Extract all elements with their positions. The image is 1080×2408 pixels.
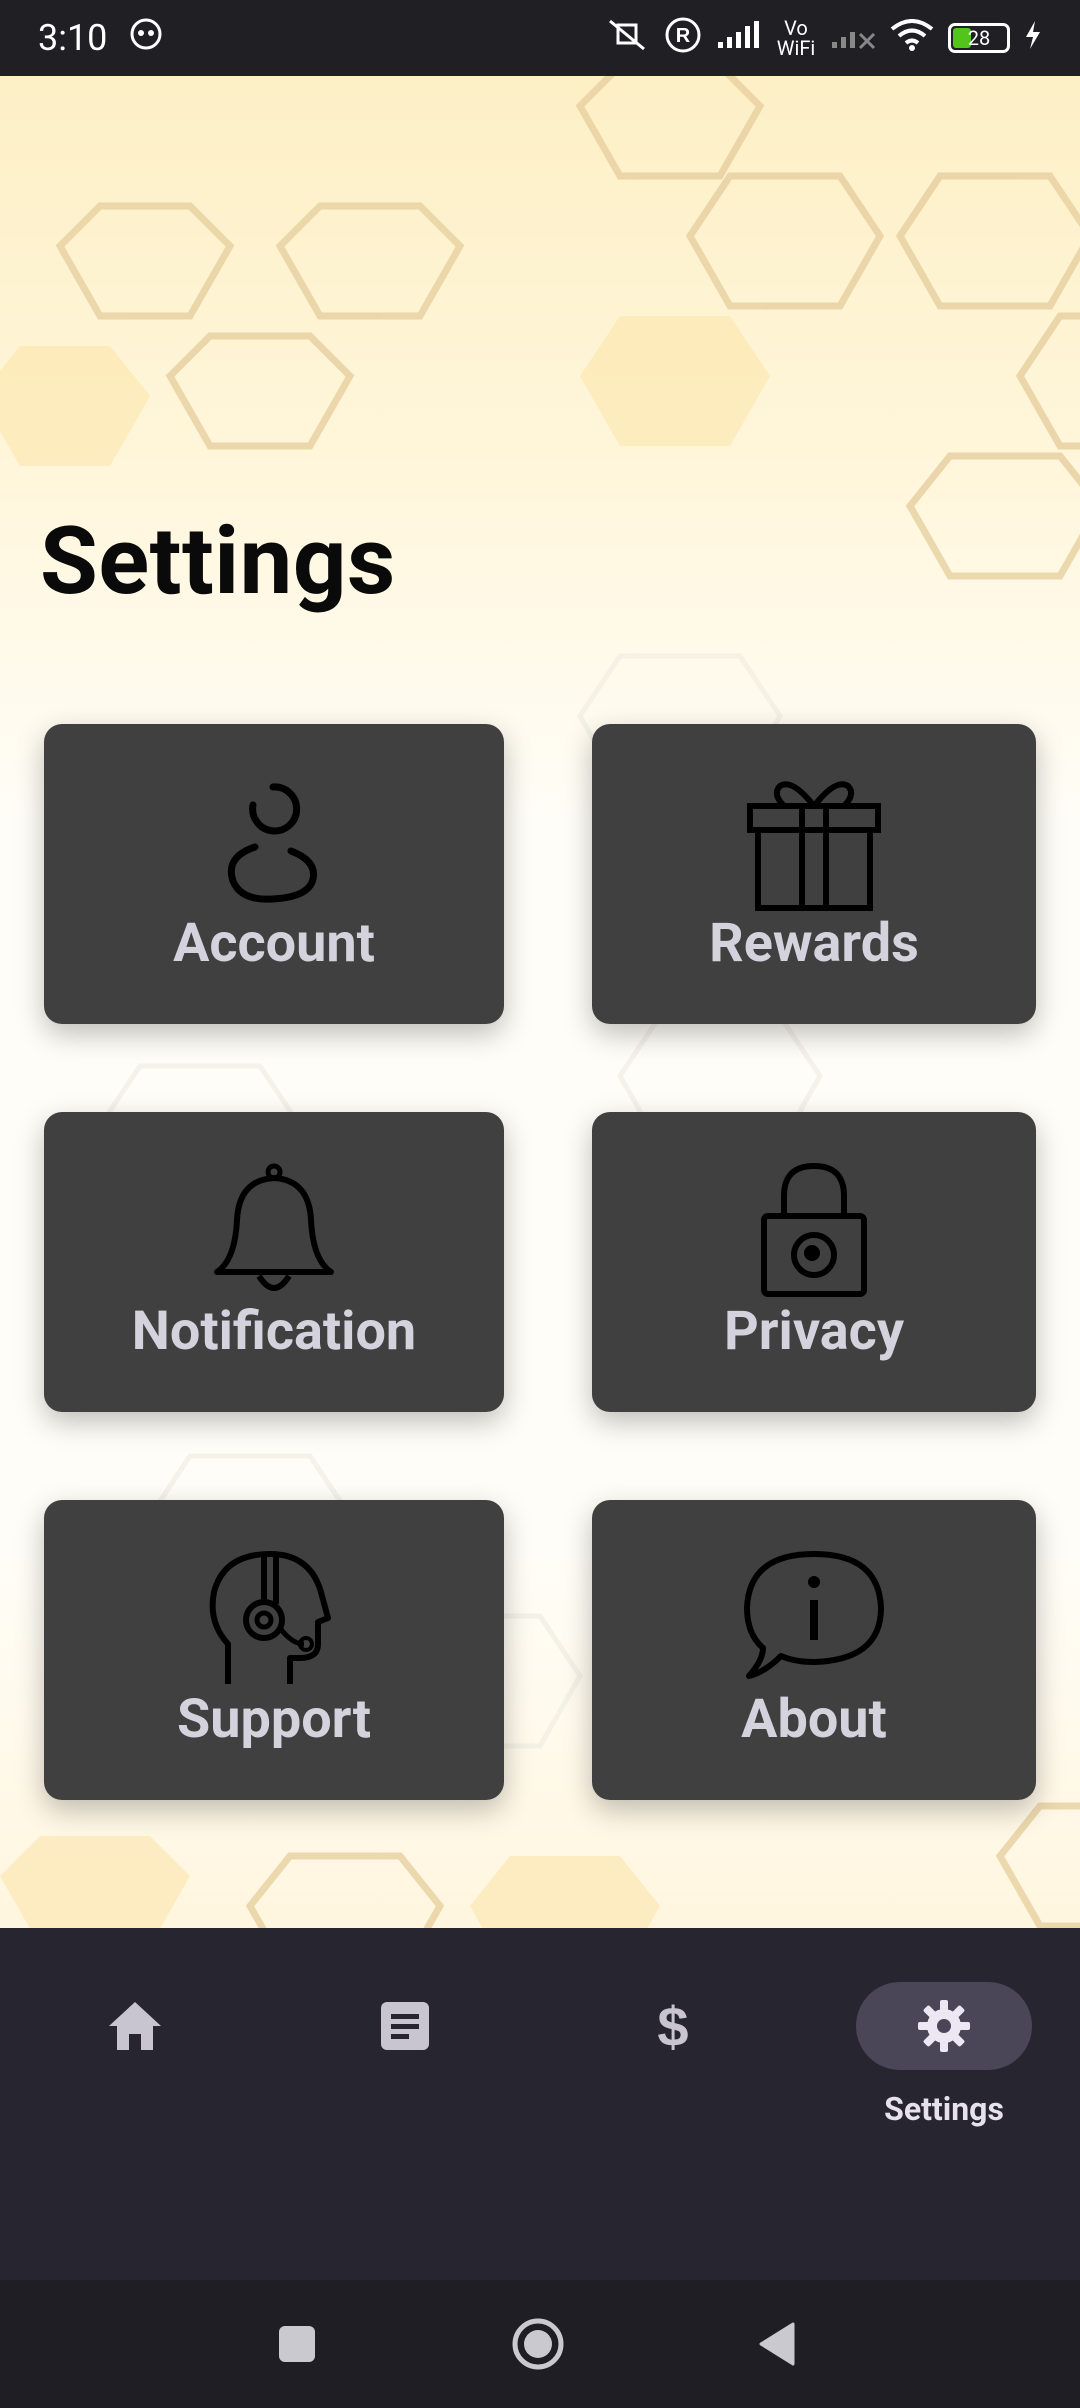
battery-icon: 28 [948, 23, 1010, 53]
vowifi-label: Vo WiFi [776, 16, 816, 60]
support-headset-icon [204, 1548, 344, 1688]
battery-level: 28 [967, 26, 991, 50]
status-time: 3:10 [38, 17, 108, 59]
back-button[interactable] [757, 2320, 797, 2372]
home-icon [109, 2002, 161, 2050]
dollar-icon: $ [657, 1996, 688, 2056]
privacy-card[interactable]: Privacy [592, 1112, 1036, 1412]
registered-icon: R [664, 16, 702, 61]
nav-settings-pill[interactable] [856, 1982, 1032, 2070]
svg-text:R: R [676, 25, 691, 47]
signal-icon [716, 20, 762, 57]
nav-home[interactable] [47, 1982, 223, 2070]
nav-documents[interactable] [317, 1982, 493, 2070]
svg-text:$: $ [657, 1996, 688, 2056]
notification-card[interactable]: Notification [44, 1112, 504, 1412]
bottom-navigation: $ Settings [0, 1928, 1080, 2280]
lock-icon [754, 1160, 874, 1300]
nav-documents-pill[interactable] [317, 1982, 493, 2070]
about-label: About [741, 1688, 887, 1751]
circle-home-icon [512, 2318, 564, 2370]
gear-icon [918, 2000, 970, 2052]
nav-home-pill[interactable] [47, 1982, 223, 2070]
nav-payments-pill[interactable]: $ [585, 1982, 761, 2070]
document-icon [381, 2002, 429, 2050]
nav-payments[interactable]: $ [585, 1982, 761, 2070]
account-label: Account [173, 912, 375, 975]
info-bubble-icon [739, 1548, 889, 1688]
signal-no-service-icon [830, 20, 876, 57]
rewards-card[interactable]: Rewards [592, 724, 1036, 1024]
about-card[interactable]: About [592, 1500, 1036, 1800]
bell-icon [209, 1160, 339, 1300]
recents-button[interactable] [277, 2324, 317, 2368]
charging-icon [1024, 20, 1042, 57]
gift-icon [744, 772, 884, 912]
settings-content: Settings Account Rewards Notification Pr… [0, 76, 1080, 1928]
back-triangle-icon [759, 2322, 795, 2366]
square-icon [279, 2326, 315, 2362]
mute-vibrate-icon [604, 17, 650, 60]
system-navigation-bar [0, 2280, 1080, 2408]
nav-settings[interactable]: Settings [856, 1982, 1032, 2128]
account-card[interactable]: Account [44, 724, 504, 1024]
rewards-label: Rewards [709, 912, 919, 975]
home-button[interactable] [510, 2316, 566, 2376]
privacy-label: Privacy [723, 1300, 905, 1363]
support-label: Support [176, 1688, 372, 1751]
page-title: Settings [40, 506, 396, 616]
nav-settings-label: Settings [884, 2090, 1004, 2128]
wifi-icon [890, 18, 934, 58]
account-icon [219, 772, 329, 912]
support-card[interactable]: Support [44, 1500, 504, 1800]
notification-label: Notification [131, 1300, 417, 1363]
app-notification-icon [129, 17, 163, 60]
status-bar: 3:10 R Vo WiFi 28 [0, 0, 1080, 76]
